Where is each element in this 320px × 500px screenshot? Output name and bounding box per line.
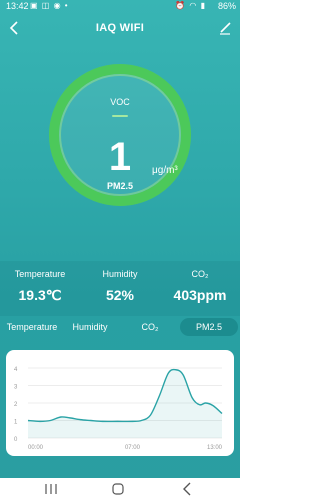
y-tick-label: 2: [14, 402, 18, 408]
stat-label: CO₂: [191, 269, 209, 279]
y-tick-label: 0: [14, 437, 18, 443]
battery-level: 86%: [217, 1, 236, 11]
y-tick-label: 1: [14, 420, 18, 426]
notification-icons: ▣ ◫ ◉ •: [30, 1, 69, 10]
stats-panel: Temperature 19.3℃ Humidity 52% CO₂ 403pp…: [0, 261, 240, 316]
nav-back-icon[interactable]: [181, 482, 193, 496]
tab-humidity[interactable]: Humidity: [68, 318, 112, 336]
series-area: [28, 369, 222, 438]
gauge-value: 1: [108, 135, 132, 179]
app-bar: IAQ WIFI: [0, 14, 240, 42]
signal-wifi-icons: ⏰ ◠ ▮: [175, 1, 206, 10]
app-screen: 13:42 ▣ ◫ ◉ • ⏰ ◠ ▮ 86% IAQ WIFI VOC 1 μ…: [0, 0, 240, 500]
history-chart: 0 1 2 3 4 00:00 07:00 13:00: [14, 367, 223, 451]
status-time: 13:42: [6, 1, 29, 11]
recent-apps-icon[interactable]: [44, 483, 58, 495]
stat-value: 52%: [105, 287, 135, 303]
edit-button[interactable]: [216, 18, 234, 38]
status-bar: 13:42 ▣ ◫ ◉ • ⏰ ◠ ▮ 86%: [0, 0, 240, 12]
x-tick-label: 13:00: [207, 445, 223, 451]
gauge-unit: μg/m³: [152, 165, 178, 176]
home-icon[interactable]: [112, 483, 124, 495]
gauge-top-label: VOC: [110, 97, 130, 107]
x-tick-label: 07:00: [125, 445, 141, 451]
tab-co2[interactable]: CO₂: [134, 318, 166, 336]
pencil-icon: [220, 22, 231, 35]
gauge-sub-label: PM2.5: [106, 181, 133, 191]
chart-tabs: Temperature Humidity CO₂ PM2.5: [0, 318, 240, 338]
history-chart-card: 0 1 2 3 4 00:00 07:00 13:00: [6, 350, 234, 456]
tab-temperature[interactable]: Temperature: [4, 318, 60, 336]
stat-value: 403ppm: [173, 287, 227, 303]
y-tick-label: 3: [14, 385, 18, 391]
page-title: IAQ WIFI: [95, 22, 145, 34]
x-tick-label: 00:00: [28, 445, 44, 451]
stat-label: Temperature: [14, 269, 66, 279]
gauge-indicator-line: [112, 115, 128, 117]
y-tick-label: 4: [14, 367, 18, 373]
tab-pm25[interactable]: PM2.5: [180, 318, 238, 336]
stat-label: Humidity: [102, 269, 138, 279]
stat-value: 19.3℃: [18, 287, 62, 303]
system-nav-bar: [0, 478, 240, 500]
